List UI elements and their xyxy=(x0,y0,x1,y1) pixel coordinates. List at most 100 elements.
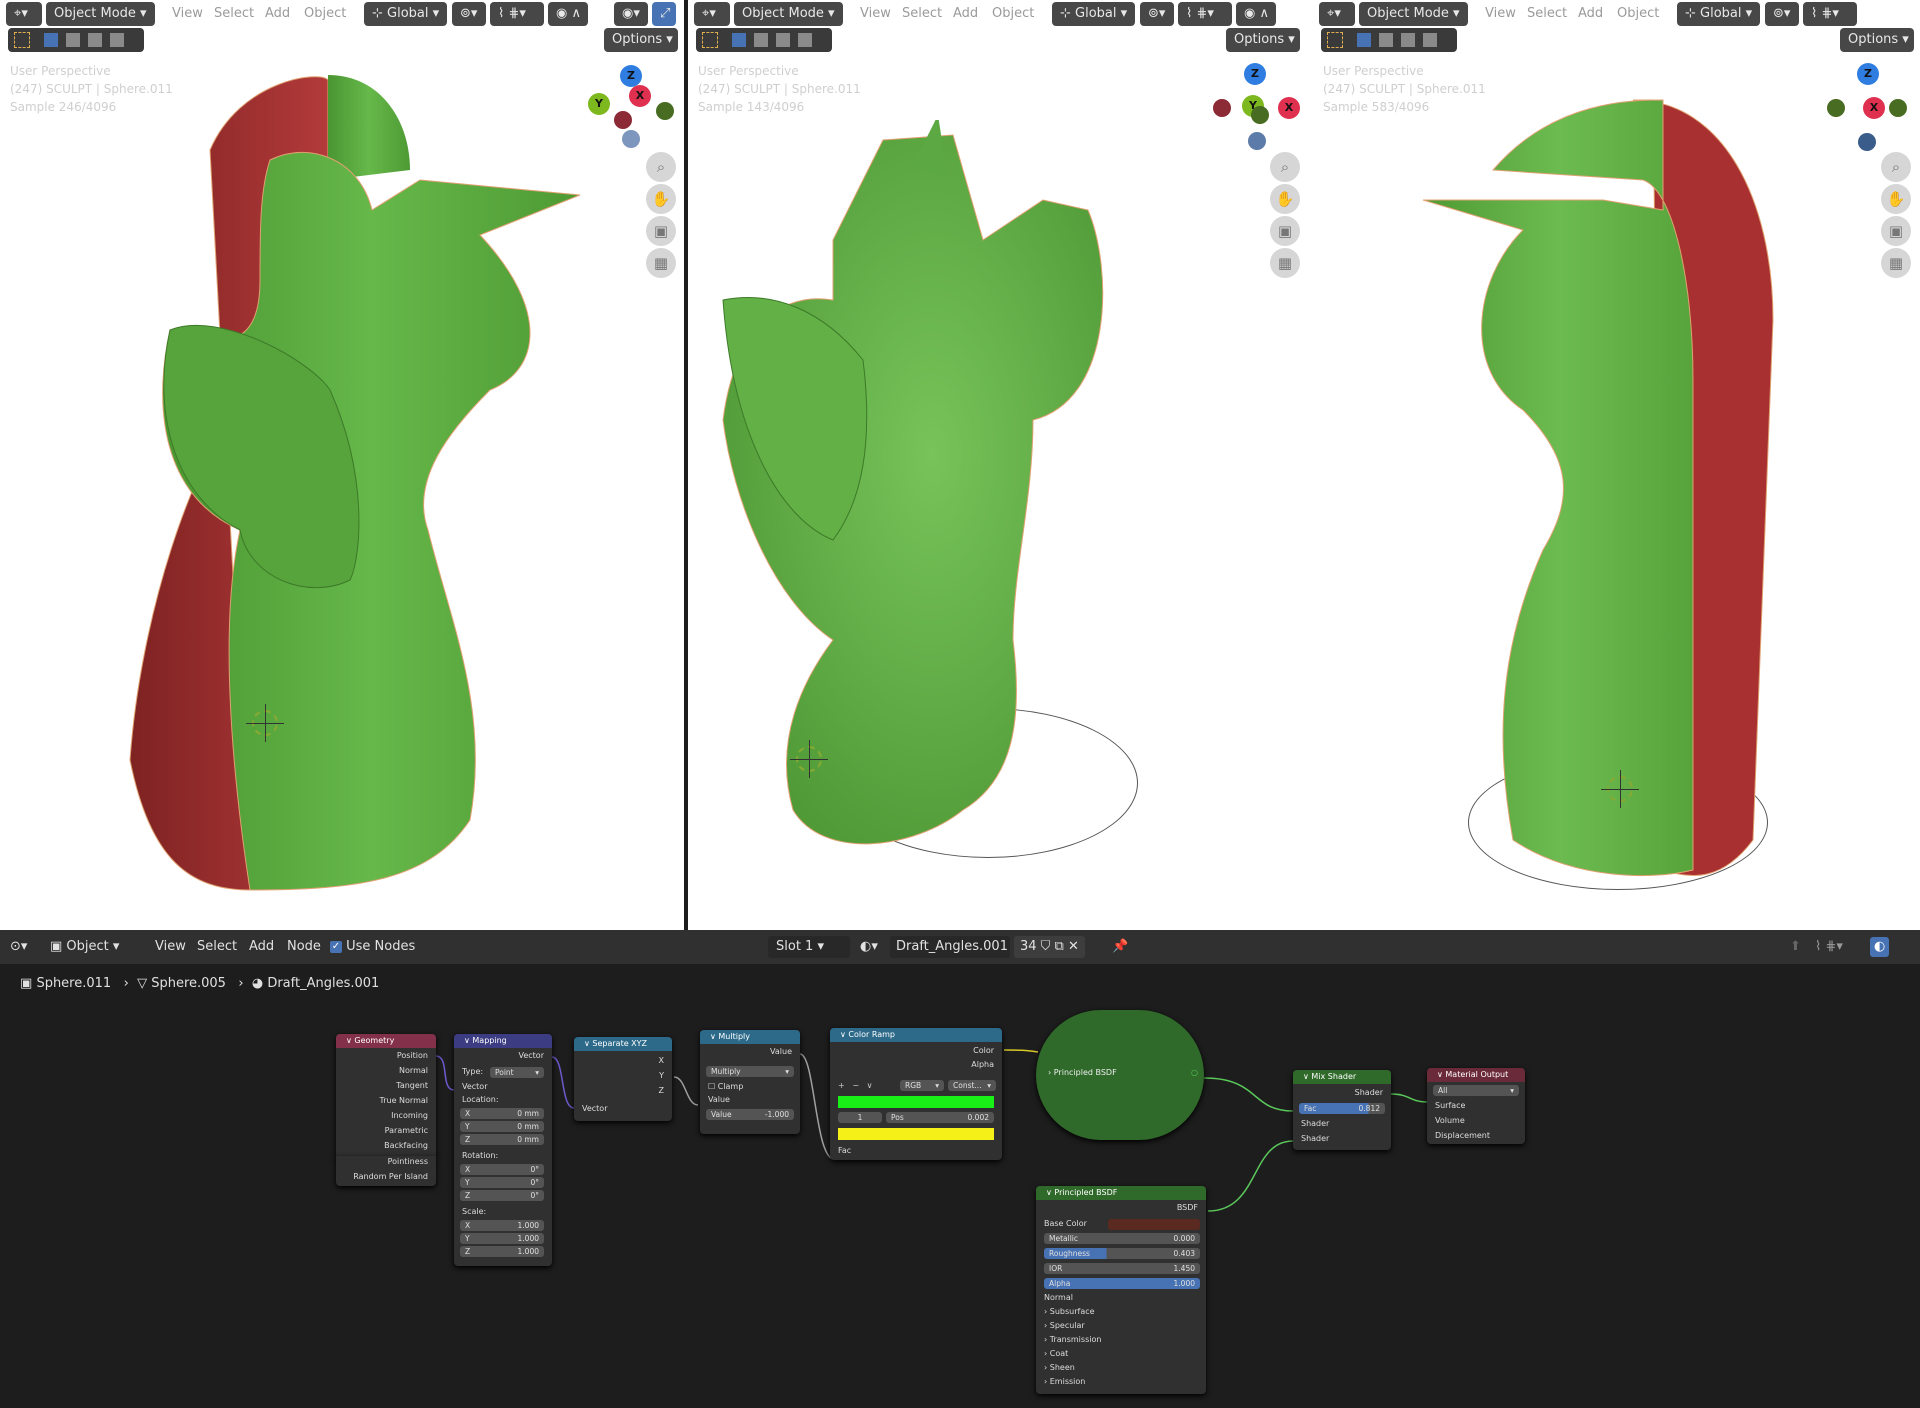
menu-view[interactable]: View xyxy=(860,2,891,26)
viewport-left[interactable]: ⌖▾ Object Mode ▾ View Select Add Object … xyxy=(0,0,684,930)
node-principled-collapsed[interactable]: › Principled BSDF ○ xyxy=(1036,1010,1204,1140)
camera-icon[interactable]: ▣ xyxy=(1881,216,1911,246)
editor-type-button[interactable]: ⌖▾ xyxy=(694,2,730,26)
ortho-grid-icon[interactable]: ▦ xyxy=(1270,248,1300,278)
color-ramp-bar[interactable] xyxy=(838,1096,994,1108)
pivot-icon[interactable]: ⊚▾ xyxy=(1765,2,1799,26)
stop-color-swatch[interactable] xyxy=(838,1128,994,1140)
proportional-icon[interactable]: ◉ ∧ xyxy=(1236,2,1276,26)
ortho-grid-icon[interactable]: ▦ xyxy=(646,248,676,278)
options-dropdown[interactable]: Options ▾ xyxy=(1226,28,1300,52)
menu-object[interactable]: Object xyxy=(1617,2,1659,26)
mode-dropdown[interactable]: Object Mode ▾ xyxy=(734,2,843,26)
menu-object[interactable]: Object xyxy=(992,2,1034,26)
node-material-output[interactable]: ∨ Material Output All ▾ Surface Volume Di… xyxy=(1427,1068,1525,1144)
zoom-icon[interactable]: ⌕ xyxy=(646,152,676,182)
gizmo-neg-z-icon[interactable] xyxy=(1248,132,1266,150)
select-mode-toolbar[interactable] xyxy=(696,28,832,52)
shader-node-editor[interactable]: ⊙▾ ▣ Object ▾ View Select Add Node ✓ Use… xyxy=(0,930,1920,1408)
select-mode-toolbar[interactable] xyxy=(1321,28,1457,52)
metallic-field[interactable]: Metallic 0.000 xyxy=(1044,1233,1200,1244)
panel-emission[interactable]: › Emission xyxy=(1036,1376,1206,1388)
menu-add[interactable]: Add xyxy=(953,2,978,26)
scale-z-field[interactable]: Z 1.000 xyxy=(460,1246,544,1257)
clamp-checkbox[interactable]: ☐ Clamp xyxy=(700,1081,800,1093)
proportional-icon[interactable]: ◉ ∧ xyxy=(548,2,588,26)
node-geometry[interactable]: ∨ Geometry Position Normal Tangent True … xyxy=(336,1034,436,1158)
ior-field[interactable]: IOR 1.450 xyxy=(1044,1263,1200,1274)
viewport-right[interactable]: ⌖▾ Object Mode ▾ View Select Add Object … xyxy=(1313,0,1920,930)
menu-select[interactable]: Select xyxy=(1527,2,1567,26)
mode-dropdown[interactable]: Object Mode ▾ xyxy=(46,2,155,26)
pan-hand-icon[interactable]: ✋ xyxy=(1270,184,1300,214)
rot-x-field[interactable]: X 0° xyxy=(460,1164,544,1175)
menu-view[interactable]: View xyxy=(1485,2,1516,26)
camera-icon[interactable]: ▣ xyxy=(646,216,676,246)
gizmo-y-icon[interactable]: Y xyxy=(588,93,610,115)
node-multiply[interactable]: ∨ Multiply Value Multiply ▾ ☐ Clamp Value… xyxy=(700,1030,800,1134)
options-dropdown[interactable]: Options ▾ xyxy=(604,28,678,52)
panel-subsurface[interactable]: › Subsurface xyxy=(1036,1306,1206,1318)
gizmo-toggle-icon[interactable]: ⤢ xyxy=(652,2,676,26)
unicorn-model-side[interactable] xyxy=(110,60,590,910)
gizmo-neg-x-icon[interactable] xyxy=(1213,99,1231,117)
node-mix-shader[interactable]: ∨ Mix Shader Shader Fac 0.812 Shader Shad… xyxy=(1293,1070,1391,1150)
node-mapping[interactable]: ∨ Mapping Vector Type: Point ▾ Vector Loc… xyxy=(454,1034,552,1266)
gizmo-x-icon[interactable]: X xyxy=(1863,97,1885,119)
gizmo-neg-y-icon[interactable] xyxy=(656,102,674,120)
editor-type-button[interactable]: ⌖▾ xyxy=(6,2,42,26)
interpolation-dropdown[interactable]: Const... ▾ xyxy=(948,1080,996,1091)
stop-pos-field[interactable]: Pos 0.002 xyxy=(886,1112,994,1123)
gizmo-neg-y-icon[interactable] xyxy=(1251,106,1269,124)
orientation-dropdown[interactable]: ⊹ Global ▾ xyxy=(364,2,448,26)
snap-icon[interactable]: ⌇ ⋕▾ xyxy=(1178,2,1232,26)
value-field[interactable]: Value -1.000 xyxy=(706,1109,794,1120)
snap-icon[interactable]: ⌇ ⋕▾ xyxy=(1803,2,1857,26)
unicorn-model-front[interactable] xyxy=(713,120,1133,880)
visibility-icon[interactable]: ◉▾ xyxy=(614,2,648,26)
gizmo-x-icon[interactable]: X xyxy=(1278,97,1300,119)
camera-icon[interactable]: ▣ xyxy=(1270,216,1300,246)
panel-coat[interactable]: › Coat xyxy=(1036,1348,1206,1360)
pivot-icon[interactable]: ⊚▾ xyxy=(452,2,486,26)
menu-object[interactable]: Object xyxy=(304,2,346,26)
menu-select[interactable]: Select xyxy=(214,2,254,26)
gizmo-x-icon[interactable]: X xyxy=(629,85,651,107)
pan-hand-icon[interactable]: ✋ xyxy=(1881,184,1911,214)
loc-z-field[interactable]: Z0 mm xyxy=(460,1134,544,1145)
pivot-icon[interactable]: ⊚▾ xyxy=(1140,2,1174,26)
fac-field[interactable]: Fac 0.812 xyxy=(1299,1103,1385,1114)
select-mode-toolbar[interactable] xyxy=(8,28,144,52)
loc-x-field[interactable]: X0 mm xyxy=(460,1108,544,1119)
node-separate-xyz[interactable]: ∨ Separate XYZ X Y Z Vector xyxy=(574,1037,672,1121)
gizmo-neg-z-icon[interactable] xyxy=(1858,133,1876,151)
viewport-center[interactable]: ⌖▾ Object Mode ▾ View Select Add Object … xyxy=(688,0,1372,930)
menu-select[interactable]: Select xyxy=(902,2,942,26)
menu-add[interactable]: Add xyxy=(265,2,290,26)
gizmo-z-icon[interactable]: Z xyxy=(620,65,642,87)
target-dropdown[interactable]: All ▾ xyxy=(1433,1085,1519,1096)
gizmo-y-icon[interactable] xyxy=(1889,99,1907,117)
loc-y-field[interactable]: Y0 mm xyxy=(460,1121,544,1132)
node-color-ramp[interactable]: ∨ Color Ramp Color Alpha + − ∨ RGB ▾ Cons… xyxy=(830,1028,1002,1160)
options-dropdown[interactable]: Options ▾ xyxy=(1840,28,1914,52)
operation-dropdown[interactable]: Multiply ▾ xyxy=(706,1066,794,1077)
base-color-swatch[interactable] xyxy=(1108,1219,1200,1230)
zoom-icon[interactable]: ⌕ xyxy=(1881,152,1911,182)
gizmo-z-icon[interactable]: Z xyxy=(1857,63,1879,85)
gizmo-neg-z-icon[interactable] xyxy=(622,130,640,148)
unicorn-model-side-mirrored[interactable] xyxy=(1393,80,1803,880)
gizmo-neg-y-icon[interactable] xyxy=(1827,99,1845,117)
zoom-icon[interactable]: ⌕ xyxy=(1270,152,1300,182)
snap-icon[interactable]: ⌇ ⋕▾ xyxy=(490,2,544,26)
mode-dropdown[interactable]: Object Mode ▾ xyxy=(1359,2,1468,26)
orientation-dropdown[interactable]: ⊹ Global ▾ xyxy=(1677,2,1761,26)
type-dropdown[interactable]: Point ▾ xyxy=(490,1067,544,1078)
editor-type-button[interactable]: ⌖▾ xyxy=(1319,2,1355,26)
ortho-grid-icon[interactable]: ▦ xyxy=(1881,248,1911,278)
menu-add[interactable]: Add xyxy=(1578,2,1603,26)
alpha-field[interactable]: Alpha 1.000 xyxy=(1044,1278,1200,1289)
orientation-dropdown[interactable]: ⊹ Global ▾ xyxy=(1052,2,1136,26)
menu-view[interactable]: View xyxy=(172,2,203,26)
pan-hand-icon[interactable]: ✋ xyxy=(646,184,676,214)
